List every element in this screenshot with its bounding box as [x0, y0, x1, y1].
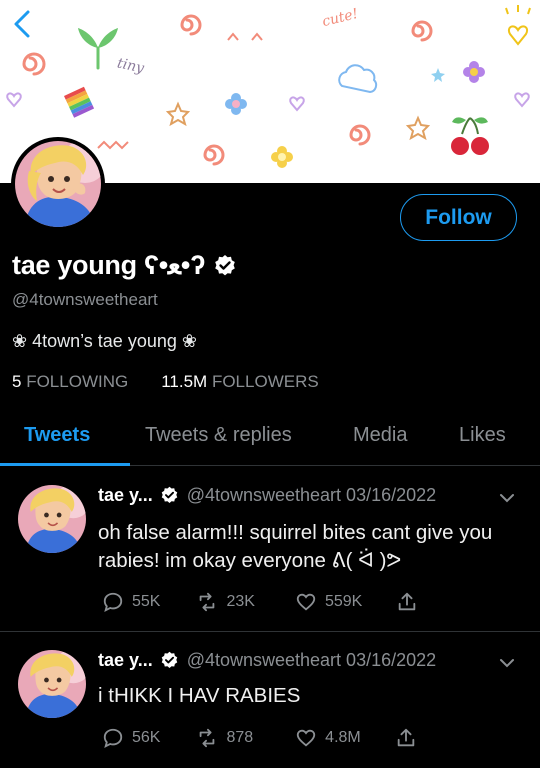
tweet[interactable]: tae y... @4townsweetheart 03/16/2022 i t…: [0, 632, 540, 768]
tweet[interactable]: tae y... @4townsweetheart 03/16/2022 oh …: [0, 467, 540, 631]
chevron-down-icon[interactable]: [498, 654, 516, 672]
share-icon: [397, 728, 414, 747]
spiral-doodle: [411, 20, 433, 42]
tweet-avatar[interactable]: [18, 485, 86, 553]
spiral-doodle: [180, 14, 202, 36]
share-action[interactable]: [395, 727, 417, 749]
cloud-doodle: [338, 64, 378, 94]
follow-button[interactable]: Follow: [400, 194, 517, 241]
tweet-author-name[interactable]: tae y...: [98, 650, 153, 671]
flower-doodle: [271, 146, 293, 168]
like-action[interactable]: 4.8M: [295, 727, 361, 749]
like-count: 4.8M: [325, 729, 361, 746]
back-button[interactable]: [8, 8, 36, 40]
face-doodle: [227, 32, 263, 41]
profile-handle: @4townsweetheart: [12, 290, 158, 309]
retweet-icon: [200, 592, 215, 612]
followers-count: 11.5M: [161, 372, 208, 391]
spiral-doodle: [349, 124, 371, 146]
tab-tweets[interactable]: Tweets: [24, 424, 90, 447]
display-name: tae young ʕ•ﻌ•ʔ: [12, 250, 206, 280]
retweet-count: 23K: [226, 593, 255, 610]
share-action[interactable]: [396, 591, 418, 613]
tweet-handle-date: @4townsweetheart 03/16/2022: [186, 485, 437, 505]
flower-doodle: [463, 61, 485, 83]
tweet-text: oh false alarm!!! squirrel bites cant gi…: [98, 521, 493, 572]
profile-bio: ❀ 4town’s tae young ❀: [12, 331, 197, 351]
like-count: 559K: [324, 593, 363, 610]
tweet-handle-date: @4townsweetheart 03/16/2022: [186, 650, 437, 670]
reply-action[interactable]: 56K: [102, 727, 160, 749]
following-stat[interactable]: 5 FOLLOWING: [12, 372, 128, 392]
profile-name-row: tae young ʕ•ﻌ•ʔ: [12, 250, 237, 281]
tweet-header: tae y... @4townsweetheart 03/16/2022: [98, 650, 436, 671]
retweet-action[interactable]: 23K: [196, 591, 255, 613]
cherry-doodle: [451, 117, 489, 155]
reply-count: 55K: [132, 593, 161, 610]
sprout-doodle: [78, 28, 118, 70]
heart-icon: [297, 729, 316, 747]
profile-stats: 5 FOLLOWING 11.5M FOLLOWERS: [12, 372, 319, 392]
spiral-doodle: [22, 52, 46, 76]
followers-label: FOLLOWERS: [211, 372, 319, 391]
retweet-action[interactable]: 878: [196, 727, 253, 749]
followers-stat[interactable]: 11.5M FOLLOWERS: [161, 372, 318, 392]
tab-tweets-replies[interactable]: Tweets & replies: [145, 424, 292, 447]
spiral-doodle: [203, 144, 225, 166]
tweet-avatar[interactable]: [18, 650, 86, 718]
avatar-portrait: [18, 485, 86, 553]
chevron-left-icon: [14, 10, 30, 38]
tweet-actions: 55K 23K 559K: [102, 591, 418, 613]
share-icon: [399, 592, 416, 611]
tweet-header: tae y... @4townsweetheart 03/16/2022: [98, 485, 436, 506]
retweet-icon: [200, 728, 215, 748]
verified-badge-icon: [161, 651, 177, 668]
active-tab-indicator: [0, 463, 130, 466]
profile-avatar[interactable]: [11, 137, 105, 231]
reply-icon: [103, 728, 123, 748]
like-action[interactable]: 559K: [295, 591, 362, 613]
avatar-portrait: [15, 141, 101, 227]
reply-count: 56K: [132, 729, 161, 746]
tweet-actions: 56K 878 4.8M: [102, 727, 417, 749]
tweet-author-name[interactable]: tae y...: [98, 485, 153, 506]
retweet-count: 878: [226, 729, 254, 746]
verified-badge-icon: [161, 486, 177, 503]
reply-action[interactable]: 55K: [102, 591, 160, 613]
following-label: FOLLOWING: [26, 372, 129, 391]
reply-icon: [103, 592, 123, 612]
tweet-text: i tHIKK I HAV RABIES: [98, 684, 301, 707]
tab-likes[interactable]: Likes: [459, 424, 506, 447]
heart-icon: [296, 593, 316, 611]
flower-doodle: [225, 93, 247, 115]
profile-tabs: Tweets Tweets & replies Media Likes: [0, 413, 540, 466]
avatar: [15, 141, 101, 227]
tab-media[interactable]: Media: [353, 424, 407, 447]
avatar-portrait: [18, 650, 86, 718]
verified-badge-icon: [215, 254, 235, 275]
following-count: 5: [12, 372, 22, 391]
rainbow-doodle: [64, 86, 95, 118]
chevron-down-icon[interactable]: [498, 489, 516, 507]
